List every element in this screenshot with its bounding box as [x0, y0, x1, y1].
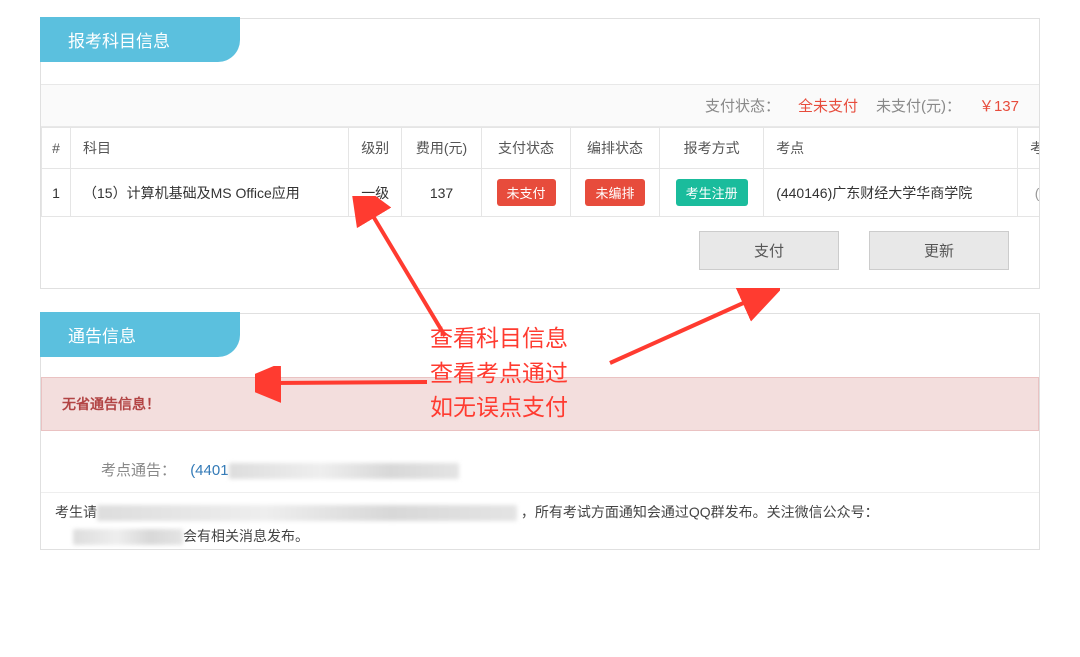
col-subject: 科目: [71, 128, 349, 169]
table-header-row: # 科目 级别 费用(元) 支付状态 编排状态 报考方式 考点 考场: [42, 128, 1040, 169]
notice-panel: 通告信息 无省通告信息！ 考点通告： (4401 考生请 ，所有考试方面通知会通…: [40, 313, 1040, 550]
col-extra: 考场: [1018, 128, 1039, 169]
redacted-text: [97, 505, 517, 521]
body-prefix: 考生请: [55, 504, 97, 520]
cell-arrange-status: 未编排: [571, 169, 660, 217]
badge-method: 考生注册: [676, 179, 748, 206]
pay-button[interactable]: 支付: [699, 231, 839, 270]
body-suffix: 会有相关消息发布。: [183, 528, 309, 544]
redacted-text: [73, 529, 183, 545]
col-index: #: [42, 128, 71, 169]
unpaid-label: 未支付(元)：: [876, 95, 961, 116]
col-level: 级别: [349, 128, 402, 169]
site-notice-header: 考点通告： (4401: [41, 453, 1039, 492]
pay-status-value: 全未支付: [798, 95, 858, 116]
panel-title: 通告信息: [40, 312, 240, 357]
cell-extra: (准: [1018, 169, 1039, 217]
site-notice-prefix: (4401: [190, 462, 228, 479]
exam-subject-panel: 报考科目信息 支付状态： 全未支付 未支付(元)： ￥137 # 科目 级别 费…: [40, 18, 1040, 289]
redacted-text: [229, 463, 459, 479]
unpaid-value: ￥137: [979, 95, 1019, 116]
table-row: 1 （15）计算机基础及MS Office应用 一级 137 未支付 未编排 考…: [42, 169, 1040, 217]
col-site: 考点: [764, 128, 1018, 169]
site-notice-body: 考生请 ，所有考试方面通知会通过QQ群发布。关注微信公众号： 会有相关消息发布。: [41, 492, 1039, 549]
pay-status-label: 支付状态：: [705, 95, 780, 116]
cell-index: 1: [42, 169, 71, 217]
site-notice-value: (4401: [190, 462, 458, 479]
col-method: 报考方式: [659, 128, 763, 169]
body-mid: ，所有考试方面通知会通过QQ群发布。关注微信公众号：: [517, 504, 879, 520]
refresh-button[interactable]: 更新: [869, 231, 1009, 270]
cell-method: 考生注册: [659, 169, 763, 217]
subjects-table: # 科目 级别 费用(元) 支付状态 编排状态 报考方式 考点 考场 1 （15: [41, 127, 1039, 217]
alert-no-province-notice: 无省通告信息！: [41, 377, 1039, 431]
cell-level: 一级: [349, 169, 402, 217]
col-fee: 费用(元): [402, 128, 482, 169]
site-notice-label: 考点通告：: [101, 462, 176, 479]
table-scroll[interactable]: # 科目 级别 费用(元) 支付状态 编排状态 报考方式 考点 考场 1 （15: [41, 127, 1039, 217]
badge-unarranged: 未编排: [585, 179, 644, 206]
cell-fee: 137: [402, 169, 482, 217]
cell-pay-status: 未支付: [482, 169, 571, 217]
payment-summary: 支付状态： 全未支付 未支付(元)： ￥137: [41, 84, 1039, 127]
panel-title: 报考科目信息: [40, 17, 240, 62]
col-pay-status: 支付状态: [482, 128, 571, 169]
col-arrange-status: 编排状态: [571, 128, 660, 169]
badge-unpaid: 未支付: [497, 179, 556, 206]
action-row: 支付 更新: [41, 217, 1039, 288]
cell-site: (440146)广东财经大学华商学院: [764, 169, 1018, 217]
cell-subject: （15）计算机基础及MS Office应用: [71, 169, 349, 217]
